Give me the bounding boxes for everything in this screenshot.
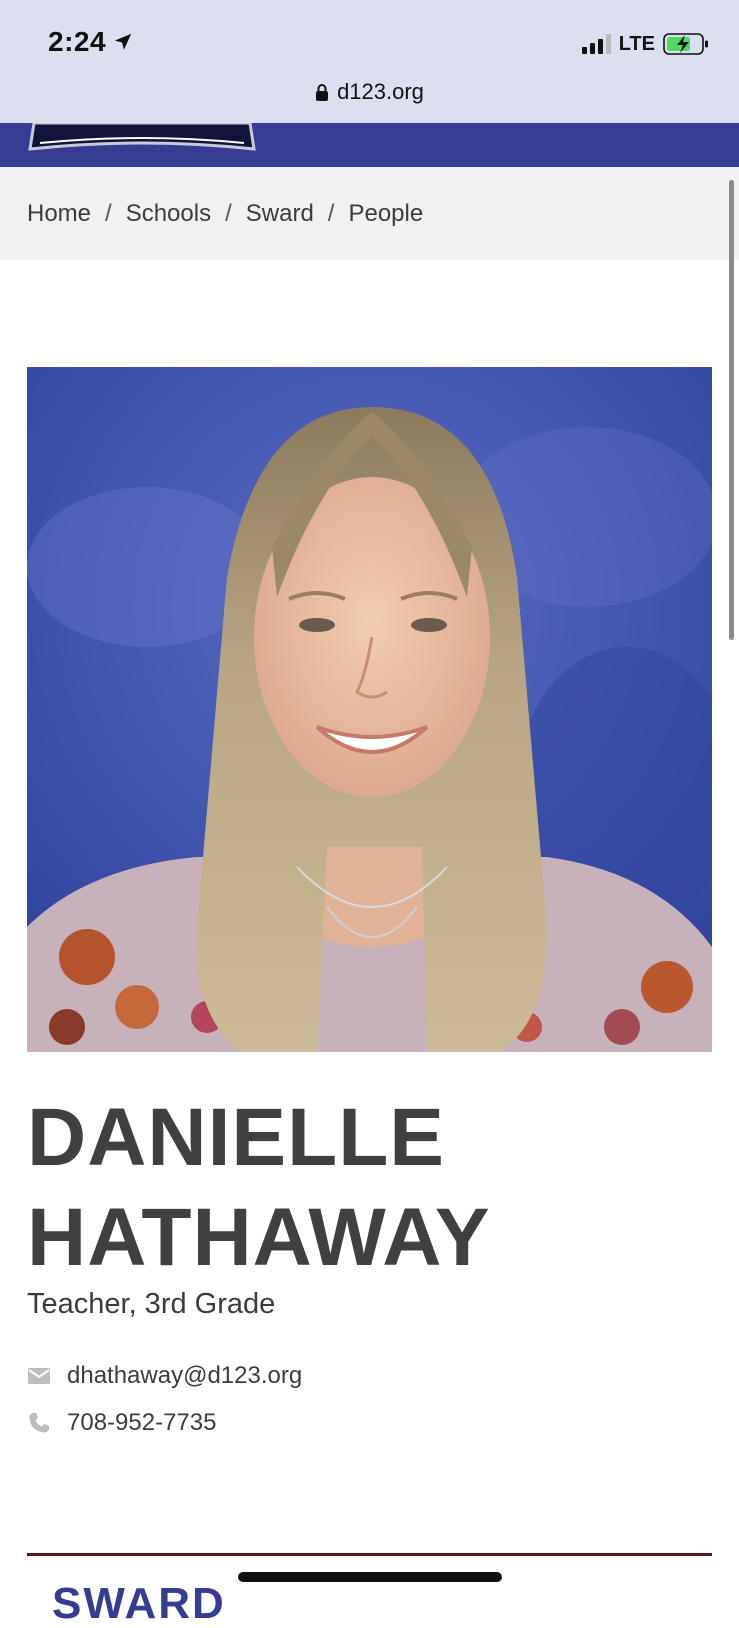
contact-phone-row: 708-952-7735 <box>27 1409 216 1437</box>
browser-chrome: 2:24 LTE d123.org <box>0 0 739 123</box>
portrait-illustration <box>27 367 712 1052</box>
phone-link[interactable]: 708-952-7735 <box>67 1409 216 1437</box>
breadcrumb-separator: / <box>105 199 112 227</box>
breadcrumb-separator: / <box>327 199 335 227</box>
phone-icon <box>29 1413 49 1433</box>
envelope-icon <box>28 1368 50 1384</box>
email-link[interactable]: dhathaway@d123.org <box>67 1362 302 1390</box>
person-title: Teacher, 3rd Grade <box>27 1288 276 1320</box>
url-text: d123.org <box>337 79 424 104</box>
status-indicators: LTE <box>581 32 709 56</box>
person-name: DANIELLE HATHAWAY <box>27 1088 707 1288</box>
breadcrumb-sward[interactable]: Sward <box>246 200 314 228</box>
status-time-text: 2:24 <box>48 26 107 57</box>
battery-charging-icon <box>663 33 708 55</box>
person-first-name: DANIELLE <box>27 1092 445 1183</box>
url-bar[interactable]: d123.org <box>0 74 739 110</box>
page-scrollbar[interactable] <box>729 180 734 640</box>
home-indicator[interactable] <box>238 1572 502 1582</box>
breadcrumb: Home / Schools / Sward / People <box>0 167 739 260</box>
location-arrow-icon <box>114 33 132 50</box>
district-logo[interactable] <box>26 123 258 151</box>
site-header <box>0 123 739 167</box>
breadcrumb-home[interactable]: Home <box>27 200 91 228</box>
person-last-name: HATHAWAY <box>27 1192 491 1283</box>
signal-bars-icon <box>581 34 611 54</box>
staff-portrait <box>27 367 712 1052</box>
status-time: 2:24 <box>48 26 134 58</box>
lock-icon <box>316 84 329 101</box>
breadcrumb-separator: / <box>225 199 232 227</box>
breadcrumb-people: People <box>348 199 424 227</box>
footer-heading: SWARD <box>52 1579 226 1628</box>
breadcrumb-schools[interactable]: Schools <box>126 200 211 228</box>
section-divider <box>27 1553 712 1556</box>
network-type: LTE <box>618 32 655 55</box>
contact-email-row: dhathaway@d123.org <box>27 1362 302 1390</box>
